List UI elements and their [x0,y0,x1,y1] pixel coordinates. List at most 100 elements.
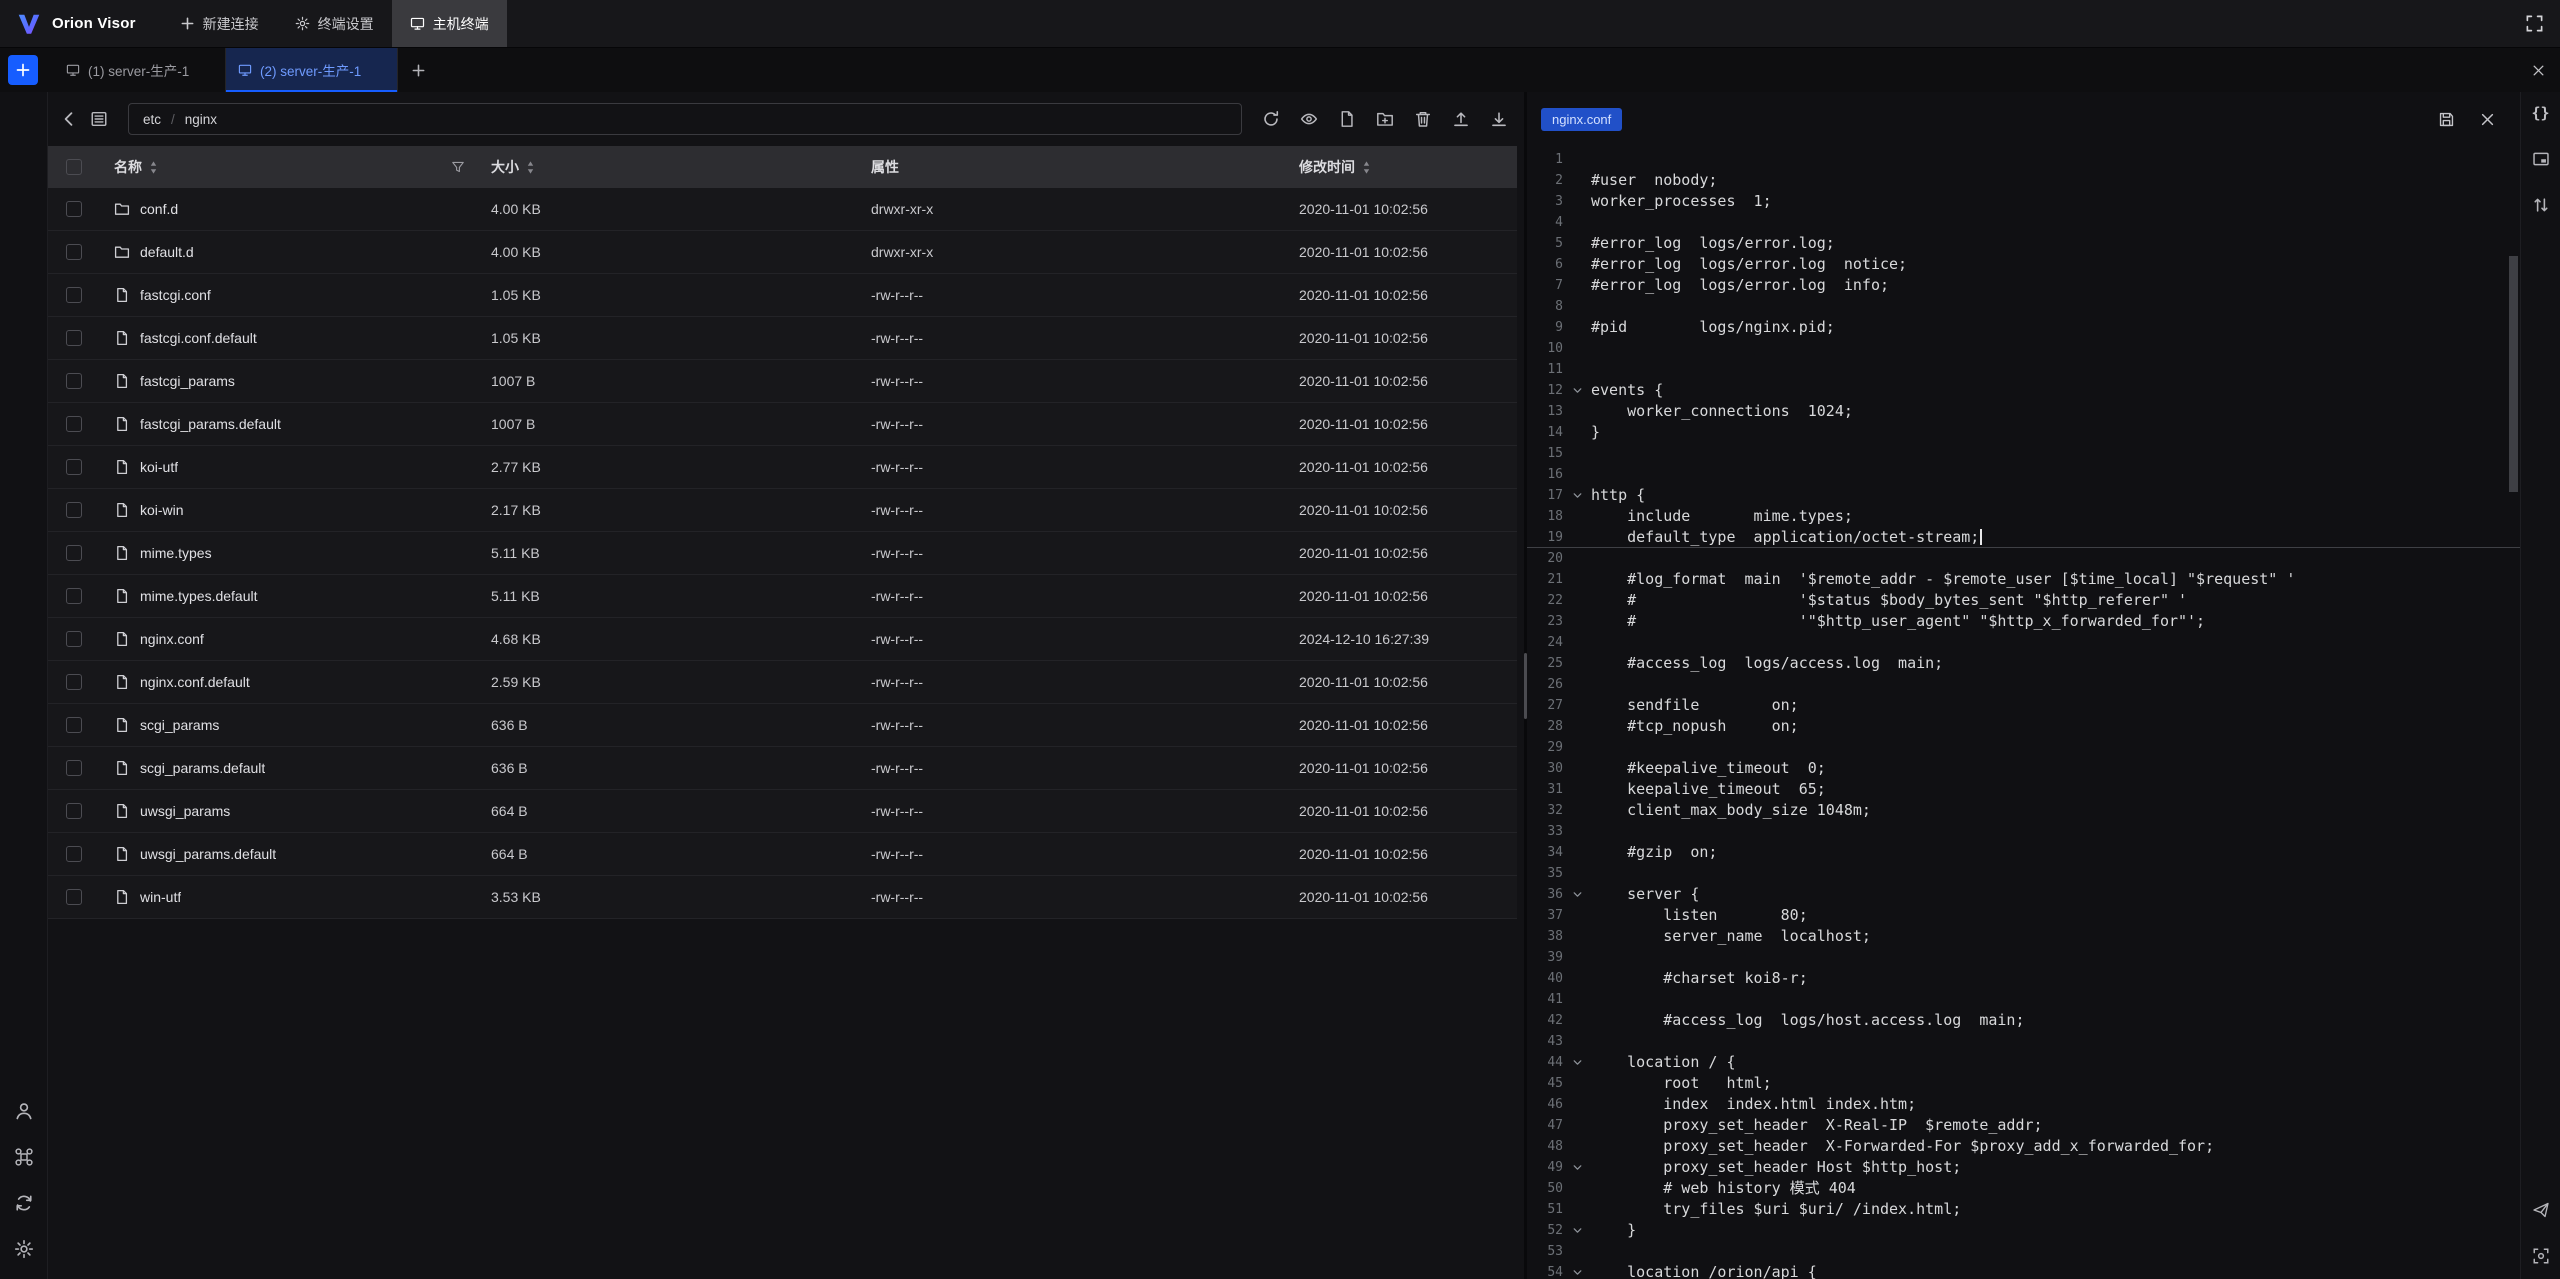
code-line[interactable]: 7#error_log logs/error.log info; [1527,275,2520,296]
code-line[interactable]: 37 listen 80; [1527,905,2520,926]
code-line[interactable]: 14} [1527,422,2520,443]
code-line[interactable]: 4 [1527,212,2520,233]
code-line[interactable]: 10 [1527,338,2520,359]
code-line[interactable]: 12events { [1527,380,2520,401]
file-row[interactable]: default.d4.00 KBdrwxr-xr-x2020-11-01 10:… [48,231,1517,274]
code-line[interactable]: 29 [1527,737,2520,758]
file-row[interactable]: nginx.conf4.68 KB-rw-r--r--2024-12-10 16… [48,618,1517,661]
code-line[interactable]: 22 # '$status $body_bytes_sent "$http_re… [1527,590,2520,611]
sync-icon[interactable] [14,1193,34,1213]
fold-chevron-icon[interactable] [1567,889,1587,900]
file-row[interactable]: koi-win2.17 KB-rw-r--r--2020-11-01 10:02… [48,489,1517,532]
fold-chevron-icon[interactable] [1567,1162,1587,1173]
code-line[interactable]: 33 [1527,821,2520,842]
tab-server-2[interactable]: (2) server-生产-1 [226,48,398,92]
code-line[interactable]: 48 proxy_set_header X-Forwarded-For $pro… [1527,1136,2520,1157]
code-line[interactable]: 23 # '"$http_user_agent" "$http_x_forwar… [1527,611,2520,632]
row-checkbox[interactable] [66,373,82,389]
code-line[interactable]: 28 #tcp_nopush on; [1527,716,2520,737]
file-row[interactable]: conf.d4.00 KBdrwxr-xr-x2020-11-01 10:02:… [48,188,1517,231]
panel-icon[interactable] [2532,150,2550,168]
code-line[interactable]: 47 proxy_set_header X-Real-IP $remote_ad… [1527,1115,2520,1136]
column-mtime-label[interactable]: 修改时间 [1299,157,1355,177]
code-line[interactable]: 30 #keepalive_timeout 0; [1527,758,2520,779]
settings-icon[interactable] [14,1239,34,1259]
row-checkbox[interactable] [66,760,82,776]
row-checkbox[interactable] [66,588,82,604]
code-line[interactable]: 38 server_name localhost; [1527,926,2520,947]
file-name[interactable]: scgi_params [140,717,219,733]
code-line[interactable]: 25 #access_log logs/access.log main; [1527,653,2520,674]
close-editor-icon[interactable] [2479,111,2496,128]
command-icon[interactable] [14,1147,34,1167]
column-name-label[interactable]: 名称 [114,157,142,177]
code-line[interactable]: 39 [1527,947,2520,968]
row-checkbox[interactable] [66,846,82,862]
code-line[interactable]: 3worker_processes 1; [1527,191,2520,212]
code-line[interactable]: 32 client_max_body_size 1048m; [1527,800,2520,821]
file-row[interactable]: koi-utf2.77 KB-rw-r--r--2020-11-01 10:02… [48,446,1517,489]
file-name[interactable]: koi-utf [140,459,178,475]
file-row[interactable]: fastcgi.conf1.05 KB-rw-r--r--2020-11-01 … [48,274,1517,317]
file-name[interactable]: nginx.conf.default [140,674,250,690]
code-line[interactable]: 20 [1527,548,2520,569]
code-line[interactable]: 1 [1527,149,2520,170]
file-name[interactable]: uwsgi_params.default [140,846,276,862]
breadcrumb-segment[interactable]: etc [143,112,161,127]
code-line[interactable]: 26 [1527,674,2520,695]
fold-chevron-icon[interactable] [1567,1267,1587,1278]
code-line[interactable]: 13 worker_connections 1024; [1527,401,2520,422]
row-checkbox[interactable] [66,889,82,905]
file-row[interactable]: mime.types.default5.11 KB-rw-r--r--2020-… [48,575,1517,618]
code-line[interactable]: 9#pid logs/nginx.pid; [1527,317,2520,338]
code-line[interactable]: 6#error_log logs/error.log notice; [1527,254,2520,275]
code-line[interactable]: 11 [1527,359,2520,380]
code-line[interactable]: 2#user nobody; [1527,170,2520,191]
fullscreen-icon[interactable] [2525,14,2544,33]
refresh-icon[interactable] [1262,110,1280,128]
fold-chevron-icon[interactable] [1567,490,1587,501]
sort-icon[interactable] [1362,160,1371,175]
file-name[interactable]: fastcgi_params [140,373,235,389]
row-checkbox[interactable] [66,287,82,303]
file-row[interactable]: nginx.conf.default2.59 KB-rw-r--r--2020-… [48,661,1517,704]
row-checkbox[interactable] [66,803,82,819]
code-line[interactable]: 31 keepalive_timeout 65; [1527,779,2520,800]
row-checkbox[interactable] [66,201,82,217]
file-name[interactable]: scgi_params.default [140,760,265,776]
send-icon[interactable] [2532,1201,2550,1219]
column-size-label[interactable]: 大小 [491,157,519,177]
close-panel-button[interactable] [2516,48,2560,92]
save-icon[interactable] [2438,111,2455,128]
code-line[interactable]: 19 default_type application/octet-stream… [1527,527,2520,548]
list-view-icon[interactable] [90,110,108,128]
row-checkbox[interactable] [66,416,82,432]
code-line[interactable]: 36 server { [1527,884,2520,905]
file-name[interactable]: default.d [140,244,194,260]
code-line[interactable]: 44 location / { [1527,1052,2520,1073]
code-line[interactable]: 8 [1527,296,2520,317]
add-tab-button[interactable] [398,48,438,92]
open-file-tag[interactable]: nginx.conf [1541,108,1622,131]
file-name[interactable]: koi-win [140,502,184,518]
row-checkbox[interactable] [66,545,82,561]
row-checkbox[interactable] [66,502,82,518]
file-row[interactable]: fastcgi_params1007 B-rw-r--r--2020-11-01… [48,360,1517,403]
sort-icon[interactable] [149,160,158,175]
file-row[interactable]: scgi_params.default636 B-rw-r--r--2020-1… [48,747,1517,790]
code-line[interactable]: 43 [1527,1031,2520,1052]
menu-item-new-connection[interactable]: 新建连接 [162,0,277,47]
fold-chevron-icon[interactable] [1567,1057,1587,1068]
new-tab-button[interactable] [8,55,38,85]
filter-icon[interactable] [451,160,465,174]
breadcrumb[interactable]: etc / nginx [128,103,1242,135]
code-line[interactable]: 45 root html; [1527,1073,2520,1094]
file-name[interactable]: fastcgi.conf [140,287,211,303]
code-line[interactable]: 34 #gzip on; [1527,842,2520,863]
eye-icon[interactable] [1300,110,1318,128]
braces-icon[interactable]: {} [2532,104,2550,122]
code-line[interactable]: 54 location /orion/api { [1527,1262,2520,1279]
new-folder-icon[interactable] [1376,110,1394,128]
back-icon[interactable] [60,110,78,128]
code-line[interactable]: 49 proxy_set_header Host $http_host; [1527,1157,2520,1178]
